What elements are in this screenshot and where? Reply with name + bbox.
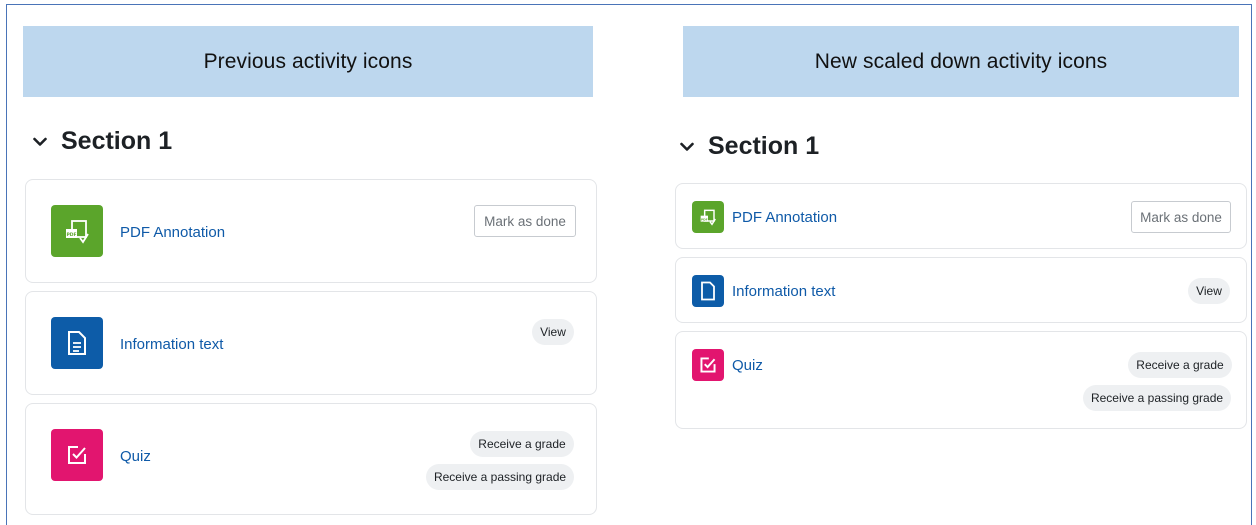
condition-receive-passing-grade: Receive a passing grade — [1083, 385, 1231, 411]
activity-link-information-text[interactable]: Information text — [732, 283, 835, 300]
activity-link-quiz[interactable]: Quiz — [732, 357, 763, 374]
chevron-down-icon[interactable] — [33, 135, 47, 149]
activity-card-information-text: Information text View — [25, 291, 597, 395]
pdf-annotation-icon[interactable]: PDF — [51, 205, 103, 257]
section-header[interactable]: Section 1 — [680, 132, 819, 161]
page-icon[interactable] — [51, 317, 103, 369]
quiz-icon[interactable] — [51, 429, 103, 481]
section-title: Section 1 — [61, 127, 173, 155]
banner-new: New scaled down activity icons — [683, 26, 1239, 97]
mark-as-done-button[interactable]: Mark as done — [474, 205, 576, 237]
activity-card-pdf-annotation: PDF PDF Annotation Mark as done — [675, 183, 1247, 249]
condition-receive-passing-grade: Receive a passing grade — [426, 464, 574, 490]
chevron-down-icon[interactable] — [680, 140, 694, 154]
condition-receive-grade: Receive a grade — [1128, 352, 1232, 378]
banner-previous: Previous activity icons — [23, 26, 593, 97]
pdf-annotation-icon[interactable]: PDF — [692, 201, 724, 233]
view-badge: View — [532, 319, 574, 345]
activity-card-quiz: Quiz Receive a grade Receive a passing g… — [25, 403, 597, 515]
activity-link-quiz[interactable]: Quiz — [120, 448, 151, 465]
mark-as-done-button[interactable]: Mark as done — [1131, 201, 1231, 233]
view-badge: View — [1188, 278, 1230, 304]
activity-link-pdf-annotation[interactable]: PDF Annotation — [732, 209, 837, 226]
activity-card-information-text: Information text View — [675, 257, 1247, 323]
svg-text:PDF: PDF — [66, 232, 76, 238]
page-icon[interactable] — [692, 275, 724, 307]
activity-link-information-text[interactable]: Information text — [120, 336, 223, 353]
quiz-icon[interactable] — [692, 349, 724, 381]
svg-text:PDF: PDF — [701, 217, 708, 221]
section-header[interactable]: Section 1 — [33, 127, 172, 156]
activity-card-pdf-annotation: PDF PDF Annotation Mark as done — [25, 179, 597, 283]
activity-card-quiz: Quiz Receive a grade Receive a passing g… — [675, 331, 1247, 429]
activity-link-pdf-annotation[interactable]: PDF Annotation — [120, 224, 225, 241]
condition-receive-grade: Receive a grade — [470, 431, 574, 457]
section-title: Section 1 — [708, 132, 820, 160]
comparison-frame: Previous activity icons Section 1 PDF PD… — [6, 4, 1252, 525]
